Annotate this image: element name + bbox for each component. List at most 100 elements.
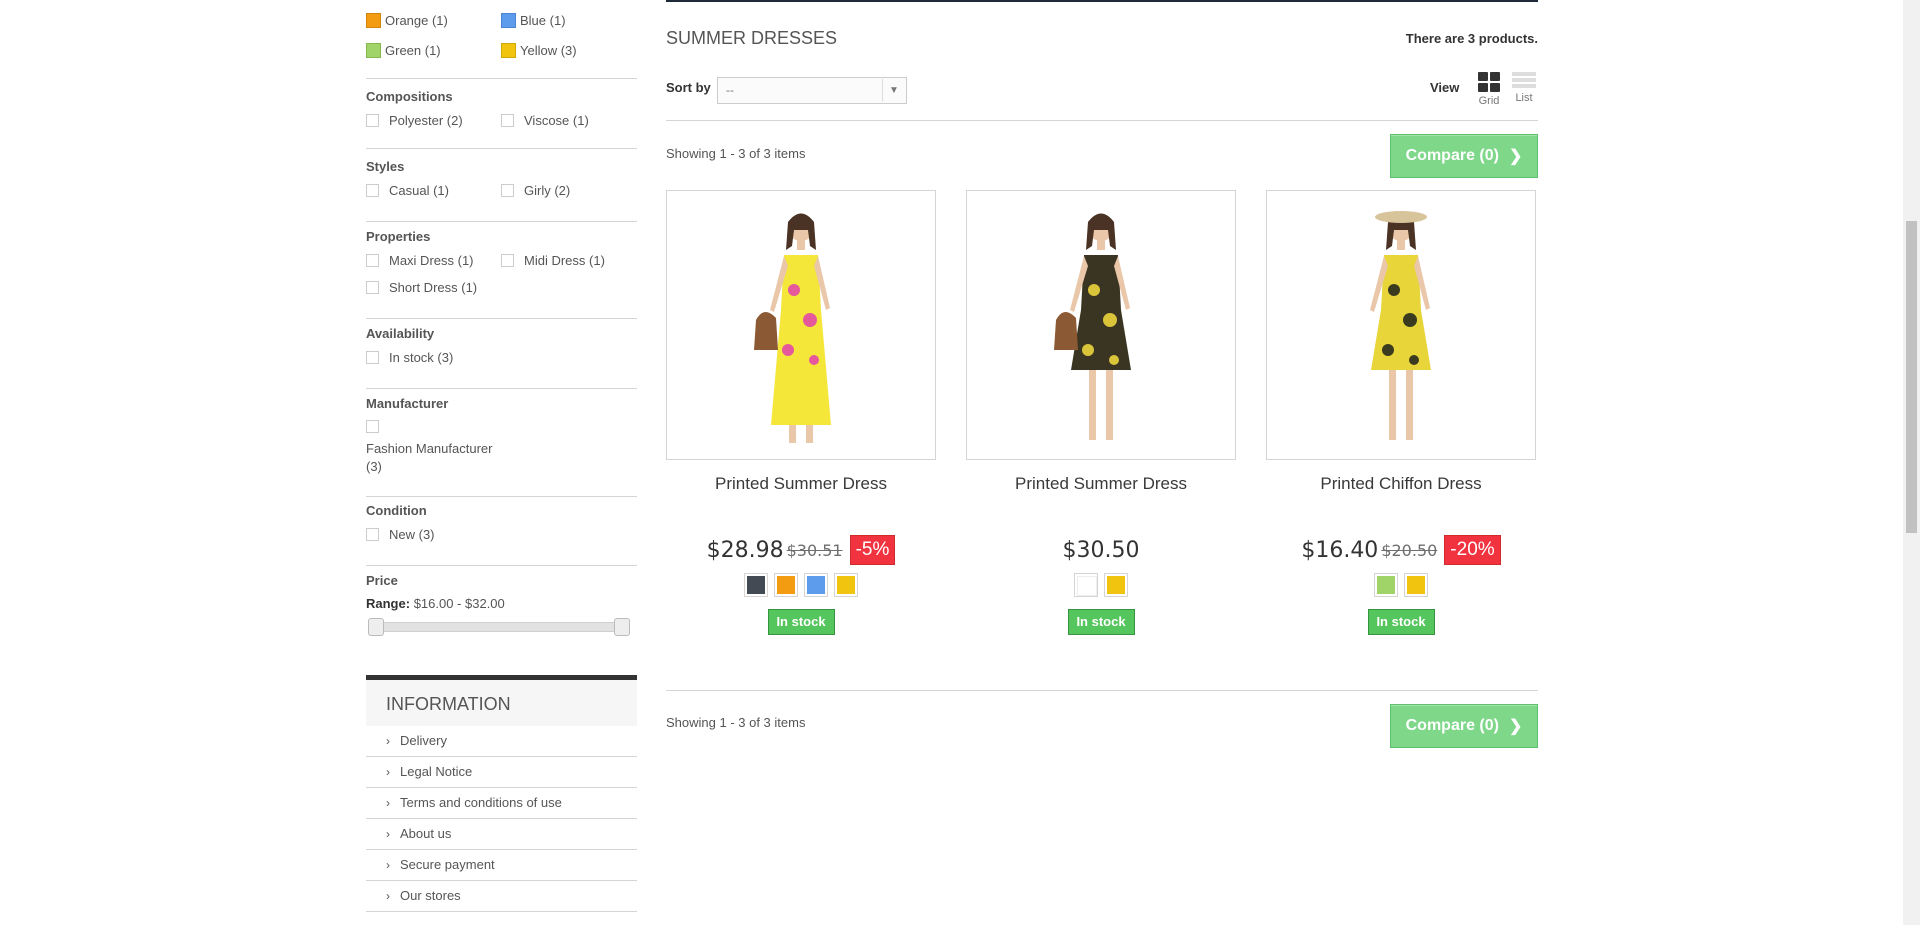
chevron-right-icon: › xyxy=(386,889,390,903)
filter-viscose[interactable]: Viscose (1) xyxy=(501,113,589,128)
product-image[interactable] xyxy=(966,190,1236,460)
info-link-delivery[interactable]: › Delivery xyxy=(366,726,637,757)
checkbox[interactable] xyxy=(366,114,379,127)
color-swatch-link[interactable] xyxy=(774,573,798,597)
color-swatch-link[interactable] xyxy=(1104,573,1128,597)
filter-color-yellow[interactable]: Yellow (3) xyxy=(501,43,577,58)
product-price: $30.50 xyxy=(1062,537,1140,563)
product-name-link[interactable]: Printed Chiffon Dress xyxy=(1266,474,1536,494)
color-swatch-link[interactable] xyxy=(804,573,828,597)
product-price: $16.40 xyxy=(1301,537,1379,563)
chevron-down-icon: ▼ xyxy=(882,79,905,102)
filter-label: Fashion Manufacturer (3) xyxy=(366,441,493,474)
filter-new[interactable]: New (3) xyxy=(366,527,435,542)
info-link-terms[interactable]: › Terms and conditions of use xyxy=(366,788,637,819)
info-link-legal-notice[interactable]: › Legal Notice xyxy=(366,757,637,788)
filter-title-manufacturer: Manufacturer xyxy=(366,396,449,411)
filter-fashion-manufacturer[interactable]: Fashion Manufacturer (3) xyxy=(366,419,506,476)
color-swatch xyxy=(501,13,516,28)
divider xyxy=(666,690,1538,691)
filter-short-dress[interactable]: Short Dress (1) xyxy=(366,280,477,295)
checkbox[interactable] xyxy=(366,528,379,541)
product-old-price: $30.51 xyxy=(786,540,843,560)
info-link-label: Delivery xyxy=(400,733,447,748)
view-grid-button[interactable]: Grid xyxy=(1474,72,1504,107)
divider xyxy=(366,565,637,566)
info-link-about-us[interactable]: › About us xyxy=(366,819,637,850)
divider xyxy=(666,120,1538,121)
checkbox[interactable] xyxy=(366,281,379,294)
price-range-text: Range: $16.00 - $32.00 xyxy=(366,596,505,611)
view-list-label: List xyxy=(1515,92,1533,104)
product-image[interactable] xyxy=(666,190,936,460)
page-scrollbar[interactable] xyxy=(1903,0,1920,925)
filter-midi-dress[interactable]: Midi Dress (1) xyxy=(501,253,605,268)
scrollbar-thumb[interactable] xyxy=(1906,221,1917,533)
category-title: Summer Dresses xyxy=(666,28,838,48)
filter-title-availability: Availability xyxy=(366,326,435,341)
checkbox[interactable] xyxy=(366,420,379,433)
color-swatch xyxy=(366,13,381,28)
compare-button-bottom[interactable]: Compare (0) ❯ xyxy=(1390,704,1538,748)
color-swatch-link[interactable] xyxy=(744,573,768,597)
checkbox[interactable] xyxy=(501,184,514,197)
filter-title-properties: Properties xyxy=(366,229,431,244)
stock-badge: In stock xyxy=(767,609,835,635)
compare-label: Compare (0) xyxy=(1405,147,1499,164)
compare-button-top[interactable]: Compare (0) ❯ xyxy=(1390,134,1538,178)
filter-girly[interactable]: Girly (2) xyxy=(501,183,570,198)
color-swatch-link[interactable] xyxy=(1374,573,1398,597)
checkbox[interactable] xyxy=(366,351,379,364)
chevron-right-icon: › xyxy=(386,734,390,748)
info-link-secure-payment[interactable]: › Secure payment xyxy=(366,850,637,881)
filter-label: In stock (3) xyxy=(389,350,454,365)
showing-count-bottom: Showing 1 - 3 of 3 items xyxy=(666,715,806,730)
divider xyxy=(366,148,637,149)
color-swatch-link[interactable] xyxy=(1404,573,1428,597)
filter-color-green[interactable]: Green (1) xyxy=(366,43,441,58)
product-name-link[interactable]: Printed Summer Dress xyxy=(666,474,936,494)
filter-polyester[interactable]: Polyester (2) xyxy=(366,113,463,128)
checkbox[interactable] xyxy=(366,254,379,267)
category-banner-edge xyxy=(666,0,1538,2)
view-list-button[interactable]: List xyxy=(1509,72,1539,104)
information-title: Information xyxy=(366,675,637,726)
product-image[interactable] xyxy=(1266,190,1536,460)
checkbox[interactable] xyxy=(366,184,379,197)
product-card[interactable]: Printed Chiffon Dress $16.40 $20.50 -20% In … xyxy=(1266,190,1536,635)
divider xyxy=(366,496,637,497)
filter-label: New (3) xyxy=(389,527,435,542)
price-slider-track[interactable] xyxy=(370,622,630,632)
checkbox[interactable] xyxy=(501,114,514,127)
color-swatch-link[interactable] xyxy=(834,573,858,597)
discount-badge: -5% xyxy=(849,535,896,565)
filter-maxi-dress[interactable]: Maxi Dress (1) xyxy=(366,253,474,268)
checkbox[interactable] xyxy=(501,254,514,267)
information-block: Information › Delivery › Legal Notice › Ter… xyxy=(366,675,637,912)
filter-color-orange[interactable]: Orange (1) xyxy=(366,13,448,28)
price-slider-min-handle[interactable] xyxy=(368,618,384,636)
product-name-link[interactable]: Printed Summer Dress xyxy=(966,474,1236,494)
filter-color-blue[interactable]: Blue (1) xyxy=(501,13,566,28)
price-row: $30.50 xyxy=(966,535,1236,565)
price-range-value: $16.00 - $32.00 xyxy=(413,596,505,611)
divider xyxy=(366,221,637,222)
info-link-our-stores[interactable]: › Our stores xyxy=(366,881,637,912)
filter-in-stock[interactable]: In stock (3) xyxy=(366,350,453,365)
product-card[interactable]: Printed Summer Dress $30.50 In stock xyxy=(966,190,1236,635)
price-range-label: Range: xyxy=(366,596,411,611)
sort-select[interactable]: -- ▼ xyxy=(717,77,907,104)
filter-casual[interactable]: Casual (1) xyxy=(366,183,449,198)
filter-title-price: Price xyxy=(366,573,398,588)
list-icon xyxy=(1509,72,1539,88)
product-old-price: $20.50 xyxy=(1381,540,1438,560)
view-grid-label: Grid xyxy=(1478,95,1500,107)
product-card[interactable]: Printed Summer Dress $28.98 $30.51 -5% In st… xyxy=(666,190,936,635)
info-link-label: Our stores xyxy=(400,888,461,903)
filter-label: Polyester (2) xyxy=(389,113,463,128)
price-slider-max-handle[interactable] xyxy=(614,618,630,636)
color-swatch-link[interactable] xyxy=(1074,573,1098,597)
divider xyxy=(366,318,637,319)
filter-color-label: Orange (1) xyxy=(385,13,448,28)
chevron-right-icon: › xyxy=(386,796,390,810)
